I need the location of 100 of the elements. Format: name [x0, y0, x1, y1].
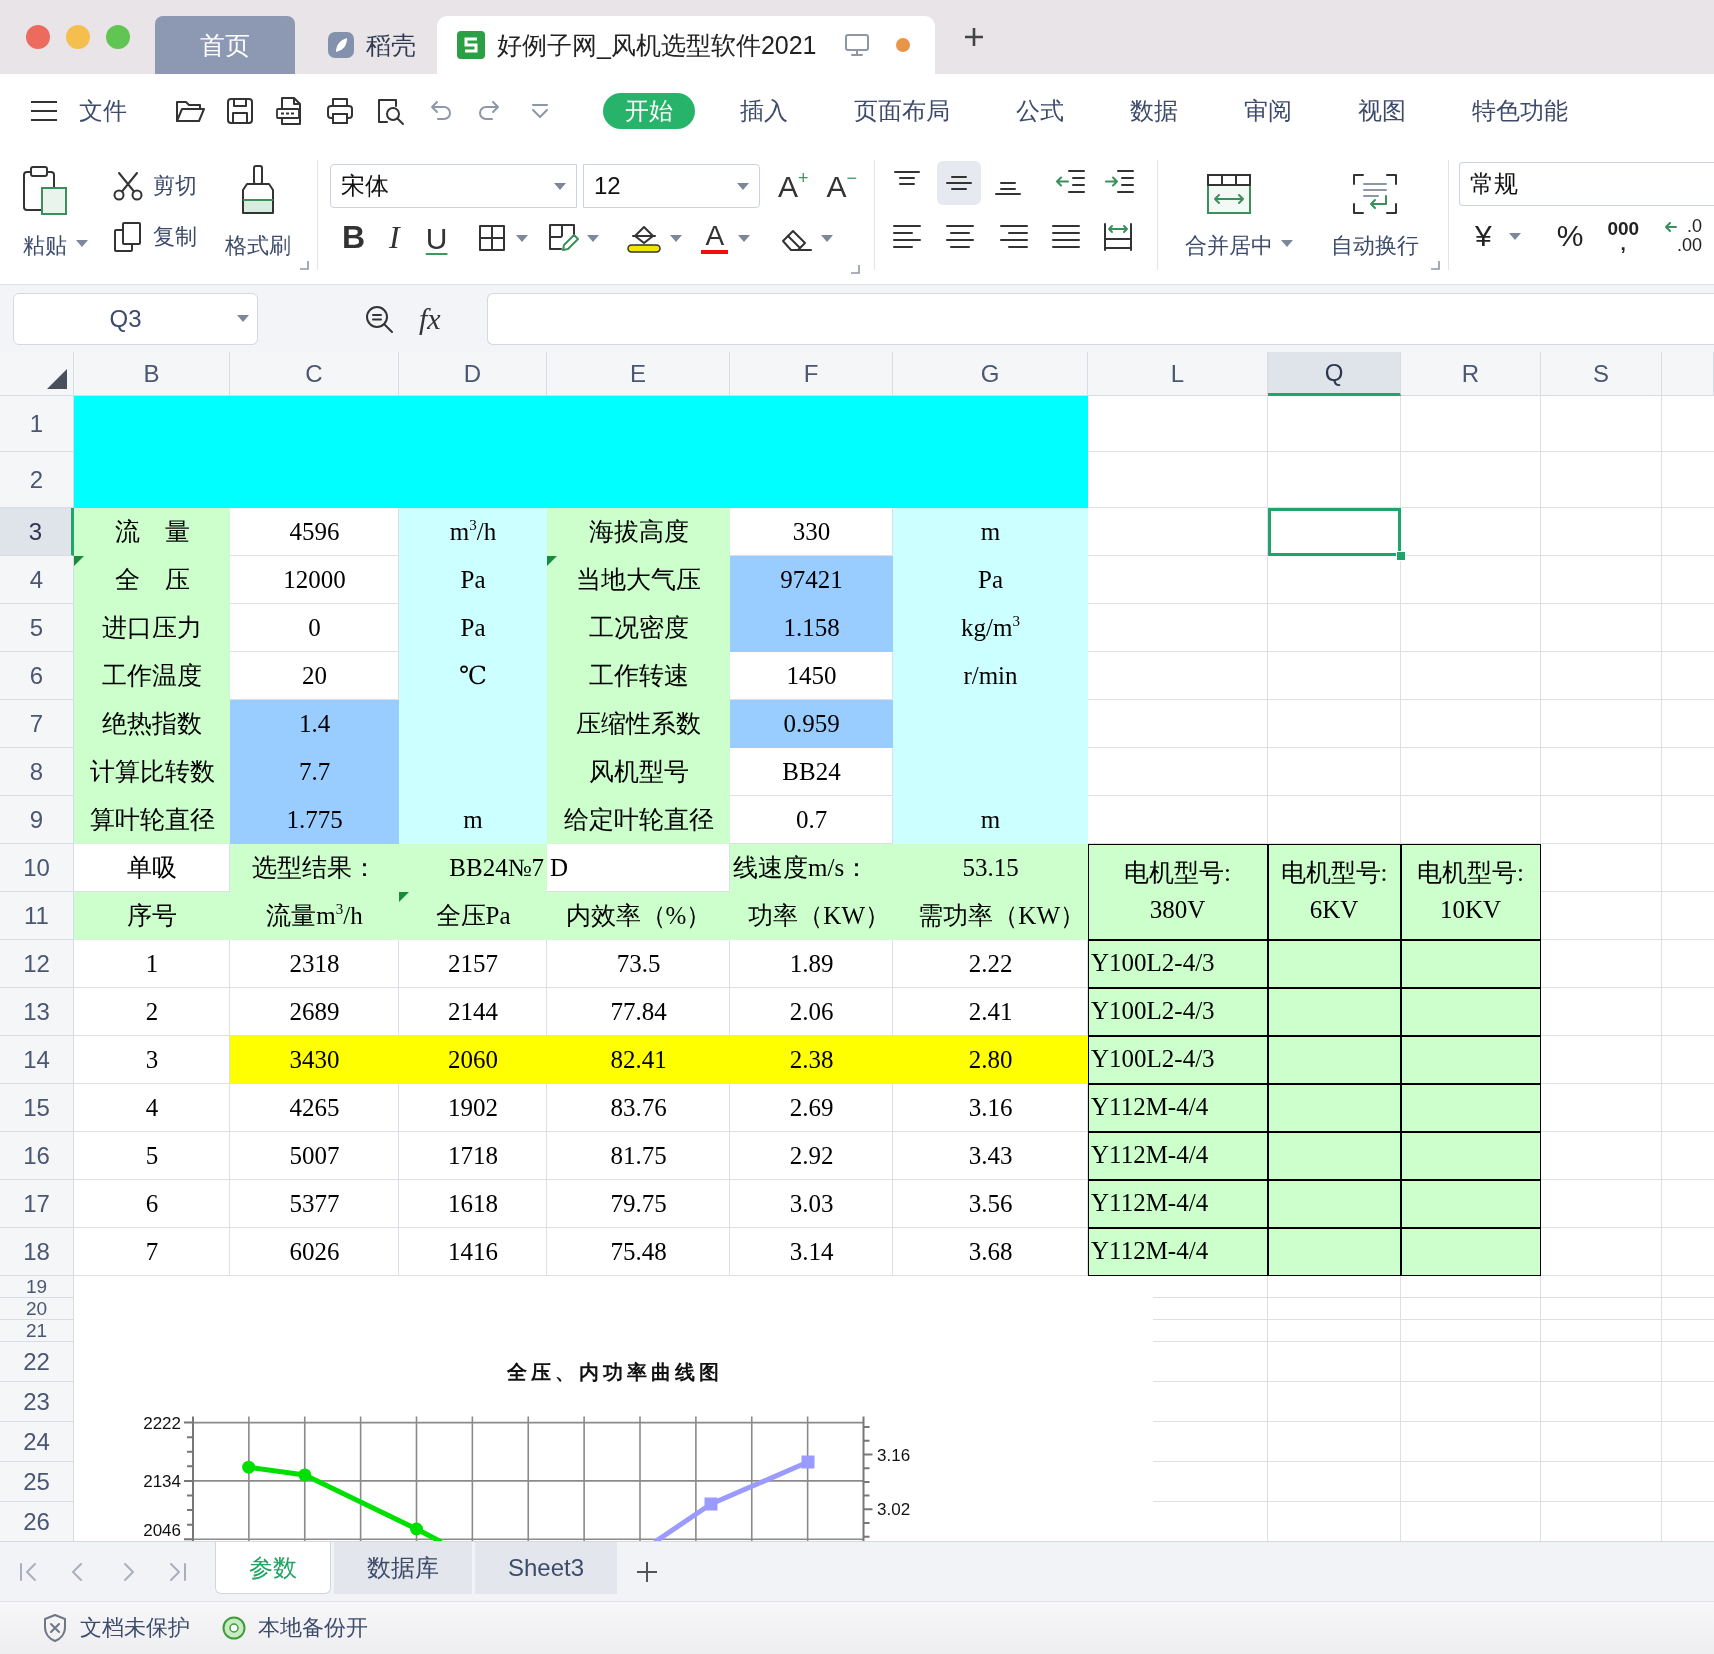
- caret-icon[interactable]: [554, 182, 566, 190]
- ribbon-tab[interactable]: 审阅: [1211, 93, 1325, 129]
- row-header[interactable]: 2: [0, 452, 74, 508]
- plus-icon[interactable]: [963, 26, 985, 48]
- number-format-field[interactable]: 常规: [1459, 162, 1714, 206]
- column-header[interactable]: D: [399, 352, 547, 396]
- borders-icon[interactable]: [477, 223, 508, 253]
- column-header[interactable]: C: [230, 352, 399, 396]
- row-header[interactable]: 17: [0, 1180, 74, 1228]
- print-icon[interactable]: [324, 95, 356, 127]
- row-header[interactable]: 21: [0, 1320, 74, 1342]
- row-header[interactable]: 1: [0, 396, 74, 452]
- row-header[interactable]: 7: [0, 700, 74, 748]
- increase-font-button[interactable]: A$^{+}$: [778, 169, 809, 203]
- row-header[interactable]: 16: [0, 1132, 74, 1180]
- decimal-increase-button[interactable]: .0 .00: [1665, 217, 1703, 255]
- function-button[interactable]: fx: [419, 301, 441, 336]
- caret-icon[interactable]: [670, 234, 683, 242]
- font-size-field[interactable]: 12: [583, 164, 760, 208]
- ribbon-tab[interactable]: 插入: [707, 93, 821, 129]
- row-header[interactable]: 4: [0, 556, 74, 604]
- window-close-icon[interactable]: [26, 25, 50, 49]
- table-cell-text: 5377: [288, 1188, 341, 1219]
- save-icon[interactable]: [224, 95, 256, 127]
- row-header[interactable]: 15: [0, 1084, 74, 1132]
- paste-button[interactable]: 粘贴: [20, 148, 70, 284]
- row-header[interactable]: 18: [0, 1228, 74, 1276]
- formula-field[interactable]: [486, 292, 1714, 345]
- format-painter-button[interactable]: 格式刷: [225, 148, 291, 284]
- ribbon-tab[interactable]: 页面布局: [821, 93, 983, 129]
- percent-button[interactable]: %: [1556, 219, 1584, 253]
- column-header[interactable]: E: [547, 352, 730, 396]
- file-menu[interactable]: 文件: [79, 95, 127, 127]
- row-header[interactable]: 12: [0, 940, 74, 988]
- dialog-launcher-icon[interactable]: [1430, 260, 1440, 270]
- row-header[interactable]: 20: [0, 1298, 74, 1320]
- column-header[interactable]: S: [1541, 352, 1662, 396]
- bold-button[interactable]: B: [342, 220, 366, 256]
- thousands-button[interactable]: 000 ,: [1607, 221, 1640, 251]
- row-header[interactable]: 24: [0, 1422, 74, 1462]
- plus-icon[interactable]: [636, 1560, 659, 1583]
- wrap-text-button[interactable]: 自动换行: [1331, 148, 1419, 284]
- row-header[interactable]: 9: [0, 796, 74, 844]
- caret-icon[interactable]: [237, 315, 249, 322]
- table-edit-icon[interactable]: [547, 222, 580, 254]
- dialog-launcher-icon[interactable]: [299, 260, 309, 270]
- dialog-launcher-icon[interactable]: [850, 264, 860, 274]
- name-box[interactable]: Q3: [13, 292, 258, 345]
- ribbon-tab[interactable]: 公式: [983, 93, 1097, 129]
- zoom-icon[interactable]: [364, 303, 394, 334]
- tab[interactable]: 好例子网_风机选型软件2021: [437, 16, 935, 74]
- row-header[interactable]: 26: [0, 1502, 74, 1541]
- row-header[interactable]: 11: [0, 892, 74, 940]
- row-header[interactable]: 22: [0, 1342, 74, 1382]
- column-header[interactable]: Q: [1268, 352, 1401, 396]
- table-cell-text: 12000: [282, 564, 347, 595]
- ribbon-tab[interactable]: 特色功能: [1439, 93, 1601, 129]
- caret-icon[interactable]: [1281, 240, 1293, 247]
- caret-icon[interactable]: [738, 234, 751, 242]
- column-header[interactable]: L: [1088, 352, 1268, 396]
- caret-icon[interactable]: [737, 182, 749, 190]
- row-header[interactable]: 25: [0, 1462, 74, 1502]
- sheet-tab[interactable]: 数据库: [334, 1542, 472, 1594]
- caret-icon[interactable]: [516, 234, 529, 242]
- row-header[interactable]: 3: [0, 508, 74, 556]
- selected-cell[interactable]: [1268, 508, 1401, 556]
- column-header[interactable]: F: [730, 352, 893, 396]
- caret-icon[interactable]: [1508, 232, 1521, 240]
- column-header[interactable]: G: [893, 352, 1088, 396]
- ribbon-tab[interactable]: 数据: [1097, 93, 1211, 129]
- caret-icon[interactable]: [821, 234, 834, 242]
- merge-button[interactable]: 合并居中: [1185, 148, 1273, 284]
- font-color-button[interactable]: A: [701, 222, 729, 254]
- decrease-font-button[interactable]: A$^{−}$: [826, 169, 858, 203]
- row-header[interactable]: 19: [0, 1276, 74, 1298]
- row-header[interactable]: 8: [0, 748, 74, 796]
- ribbon-tab[interactable]: 视图: [1325, 93, 1439, 129]
- currency-button[interactable]: ¥: [1475, 219, 1492, 253]
- row-header[interactable]: 5: [0, 604, 74, 652]
- font-name-field[interactable]: 宋体: [330, 164, 577, 208]
- menu-icon[interactable]: [30, 99, 58, 123]
- underline-button[interactable]: U: [425, 218, 448, 258]
- caret-icon[interactable]: [76, 240, 88, 247]
- copy-button[interactable]: 复制: [112, 220, 197, 254]
- row-header[interactable]: 14: [0, 1036, 74, 1084]
- caret-icon[interactable]: [587, 234, 600, 242]
- row-header[interactable]: 10: [0, 844, 74, 892]
- fill-handle-icon[interactable]: [1396, 551, 1406, 561]
- select-all-button[interactable]: [0, 352, 74, 396]
- align-middle-icon[interactable]: [937, 161, 981, 205]
- sheet-tab[interactable]: Sheet3: [475, 1542, 618, 1594]
- italic-button[interactable]: I: [389, 220, 400, 256]
- column-header[interactable]: R: [1401, 352, 1541, 396]
- row-header[interactable]: 23: [0, 1382, 74, 1422]
- monitor-icon[interactable]: [844, 32, 870, 58]
- row-header[interactable]: 6: [0, 652, 74, 700]
- cut-button[interactable]: 剪切: [112, 170, 197, 202]
- row-header[interactable]: 13: [0, 988, 74, 1036]
- tab[interactable]: 稻壳: [312, 16, 432, 74]
- column-header[interactable]: B: [74, 352, 230, 396]
